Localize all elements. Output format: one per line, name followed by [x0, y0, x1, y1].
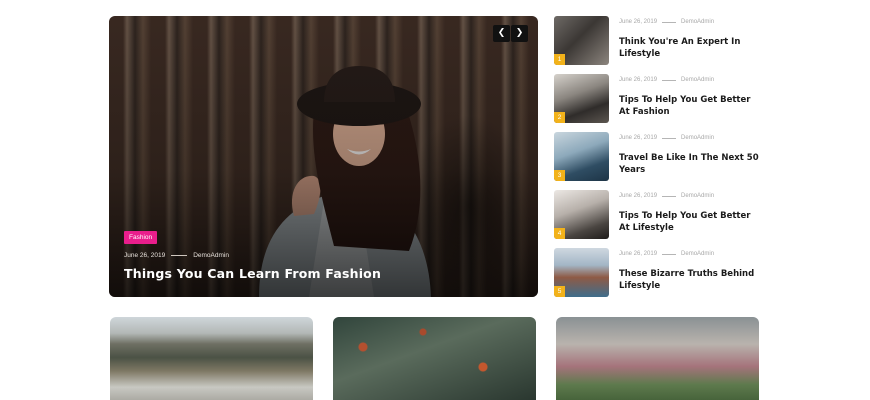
post-date: June 26, 2019	[619, 193, 658, 199]
list-item[interactable]: 5 June 26, 2019 DemoAdmin These Bizarre …	[554, 248, 764, 306]
post-number-badge: 4	[554, 228, 565, 239]
blog-page: ❮ ❯ Fashion June 26, 2019 DemoAdmin Thin…	[0, 0, 870, 400]
post-author[interactable]: DemoAdmin	[193, 252, 229, 259]
slider-prev-button[interactable]: ❮	[493, 25, 510, 42]
category-badge[interactable]: Fashion	[124, 231, 158, 244]
post-number-badge: 2	[554, 112, 565, 123]
chevron-right-icon: ❯	[515, 28, 524, 38]
post-author[interactable]: DemoAdmin	[681, 77, 714, 83]
slider-next-button[interactable]: ❯	[511, 25, 528, 42]
post-card-image[interactable]	[333, 317, 536, 400]
meta-divider	[662, 137, 677, 139]
post-title[interactable]: Think You're An Expert In Lifestyle	[619, 37, 759, 60]
meta-divider	[662, 195, 677, 197]
post-title[interactable]: These Bizarre Truths Behind Lifestyle	[619, 269, 759, 292]
post-number-badge: 5	[554, 286, 565, 297]
post-thumbnail[interactable]: 2	[554, 74, 609, 123]
post-date: June 26, 2019	[619, 251, 658, 257]
post-date: June 26, 2019	[619, 19, 658, 25]
hero-title[interactable]: Things You Can Learn From Fashion	[124, 266, 381, 281]
popular-posts-list: 1 June 26, 2019 DemoAdmin Think You're A…	[554, 16, 764, 306]
list-item[interactable]: 1 June 26, 2019 DemoAdmin Think You're A…	[554, 16, 764, 74]
post-date: June 26, 2019	[619, 77, 658, 83]
post-author[interactable]: DemoAdmin	[681, 193, 714, 199]
post-author[interactable]: DemoAdmin	[681, 19, 714, 25]
post-author[interactable]: DemoAdmin	[681, 251, 714, 257]
post-card-image[interactable]	[110, 317, 313, 400]
post-date: June 26, 2019	[124, 252, 166, 259]
post-meta: June 26, 2019 DemoAdmin	[619, 77, 714, 83]
post-meta: June 26, 2019 DemoAdmin	[619, 19, 714, 25]
chevron-left-icon: ❮	[497, 28, 506, 38]
hero-meta: Fashion June 26, 2019 DemoAdmin Things Y…	[124, 224, 381, 281]
meta-divider	[171, 255, 188, 256]
post-meta: June 26, 2019 DemoAdmin	[619, 251, 714, 257]
post-date: June 26, 2019	[619, 135, 658, 141]
meta-divider	[662, 79, 677, 81]
post-title[interactable]: Tips To Help You Get Better At Lifestyle	[619, 211, 759, 234]
list-item[interactable]: 4 June 26, 2019 DemoAdmin Tips To Help Y…	[554, 190, 764, 248]
meta-divider	[662, 21, 677, 23]
post-meta: June 26, 2019 DemoAdmin	[619, 135, 714, 141]
meta-divider	[662, 253, 677, 255]
post-thumbnail[interactable]: 5	[554, 248, 609, 297]
list-item[interactable]: 3 June 26, 2019 DemoAdmin Travel Be Like…	[554, 132, 764, 190]
post-thumbnail[interactable]: 4	[554, 190, 609, 239]
post-number-badge: 1	[554, 54, 565, 65]
post-title[interactable]: Tips To Help You Get Better At Fashion	[619, 95, 759, 118]
post-title[interactable]: Travel Be Like In The Next 50 Years	[619, 153, 759, 176]
post-card-image[interactable]	[556, 317, 759, 400]
hero-meta-line: June 26, 2019 DemoAdmin	[124, 252, 381, 259]
post-thumbnail[interactable]: 1	[554, 16, 609, 65]
post-author[interactable]: DemoAdmin	[681, 135, 714, 141]
post-meta: June 26, 2019 DemoAdmin	[619, 193, 714, 199]
featured-post-slider[interactable]: ❮ ❯ Fashion June 26, 2019 DemoAdmin Thin…	[109, 16, 538, 297]
post-thumbnail[interactable]: 3	[554, 132, 609, 181]
post-number-badge: 3	[554, 170, 565, 181]
list-item[interactable]: 2 June 26, 2019 DemoAdmin Tips To Help Y…	[554, 74, 764, 132]
